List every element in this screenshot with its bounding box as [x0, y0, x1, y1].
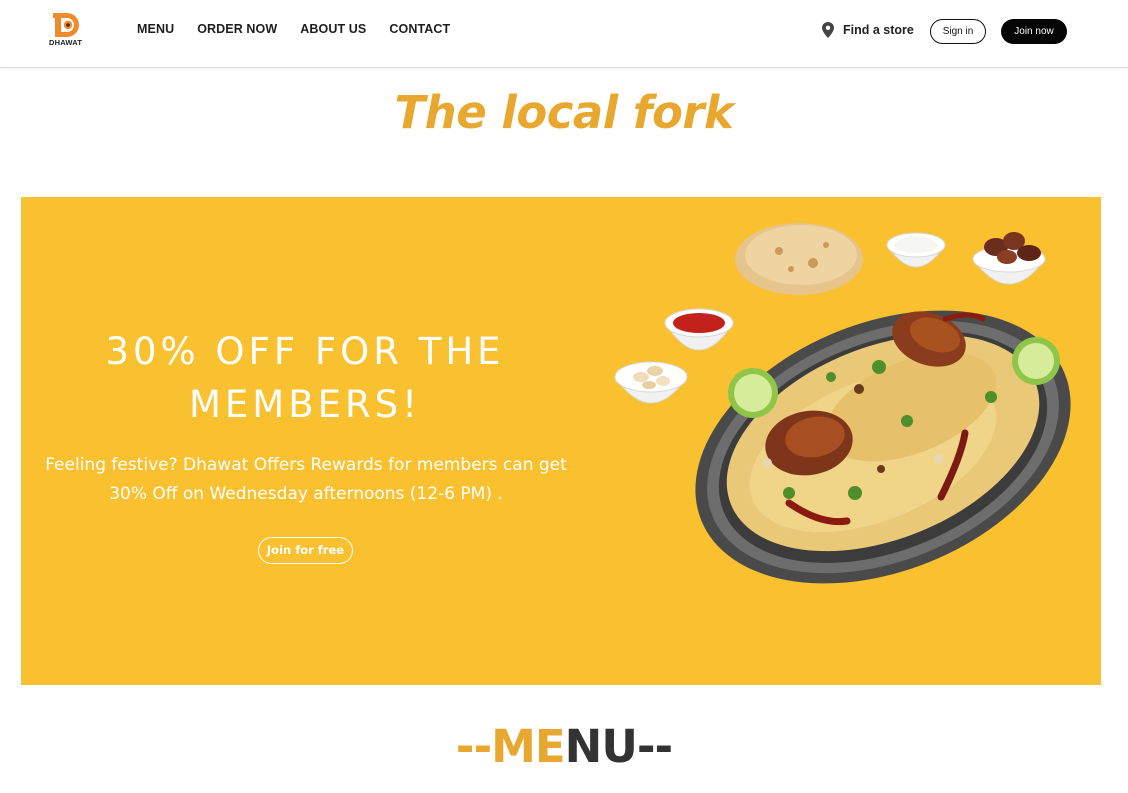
naan-bread [735, 223, 863, 295]
nav-menu[interactable]: MENU [137, 22, 174, 36]
page-headline: The local fork [394, 86, 734, 139]
join-now-button[interactable]: Join now [1001, 19, 1067, 44]
promo-description: Feeling festive? Dhawat Offers Rewards f… [45, 455, 567, 504]
cashew-bowl [614, 361, 688, 404]
sign-in-button[interactable]: Sign in [930, 19, 986, 44]
main-nav: MENU ORDER NOW ABOUT US CONTACT [137, 22, 473, 36]
biryani-platter [695, 310, 1071, 584]
menu-section-heading: --MENU-- [0, 720, 1128, 773]
logo-d-icon [53, 13, 79, 37]
menu-heading-part1: ME [491, 720, 566, 773]
dates-bowl [972, 232, 1046, 285]
join-for-free-button[interactable]: Join for free [258, 537, 353, 564]
dhawat-logo[interactable]: DHAWAT [48, 10, 90, 50]
ketchup-bowl [664, 308, 734, 351]
nav-about-us[interactable]: ABOUT US [300, 22, 366, 36]
map-pin-icon [822, 22, 834, 38]
nav-contact[interactable]: CONTACT [389, 22, 450, 36]
nav-order-now[interactable]: ORDER NOW [197, 22, 277, 36]
navbar: DHAWAT MENU ORDER NOW ABOUT US CONTACT F… [0, 0, 1128, 68]
promo-banner: 30% OFF FOR THE MEMBERS! Feeling festive… [21, 197, 1101, 685]
biryani-platter-image [614, 223, 1071, 584]
find-store-link[interactable]: Find a store [822, 22, 914, 38]
menu-heading-left-dashes: -- [455, 720, 492, 773]
find-store-label: Find a store [843, 23, 914, 37]
yogurt-bowl [886, 232, 946, 268]
promo-title: 30% OFF FOR THE MEMBERS! [105, 330, 505, 426]
logo-wordmark: DHAWAT [49, 38, 83, 47]
menu-heading-right-dashes: -- [636, 720, 673, 773]
menu-heading-part2: NU [564, 720, 638, 773]
